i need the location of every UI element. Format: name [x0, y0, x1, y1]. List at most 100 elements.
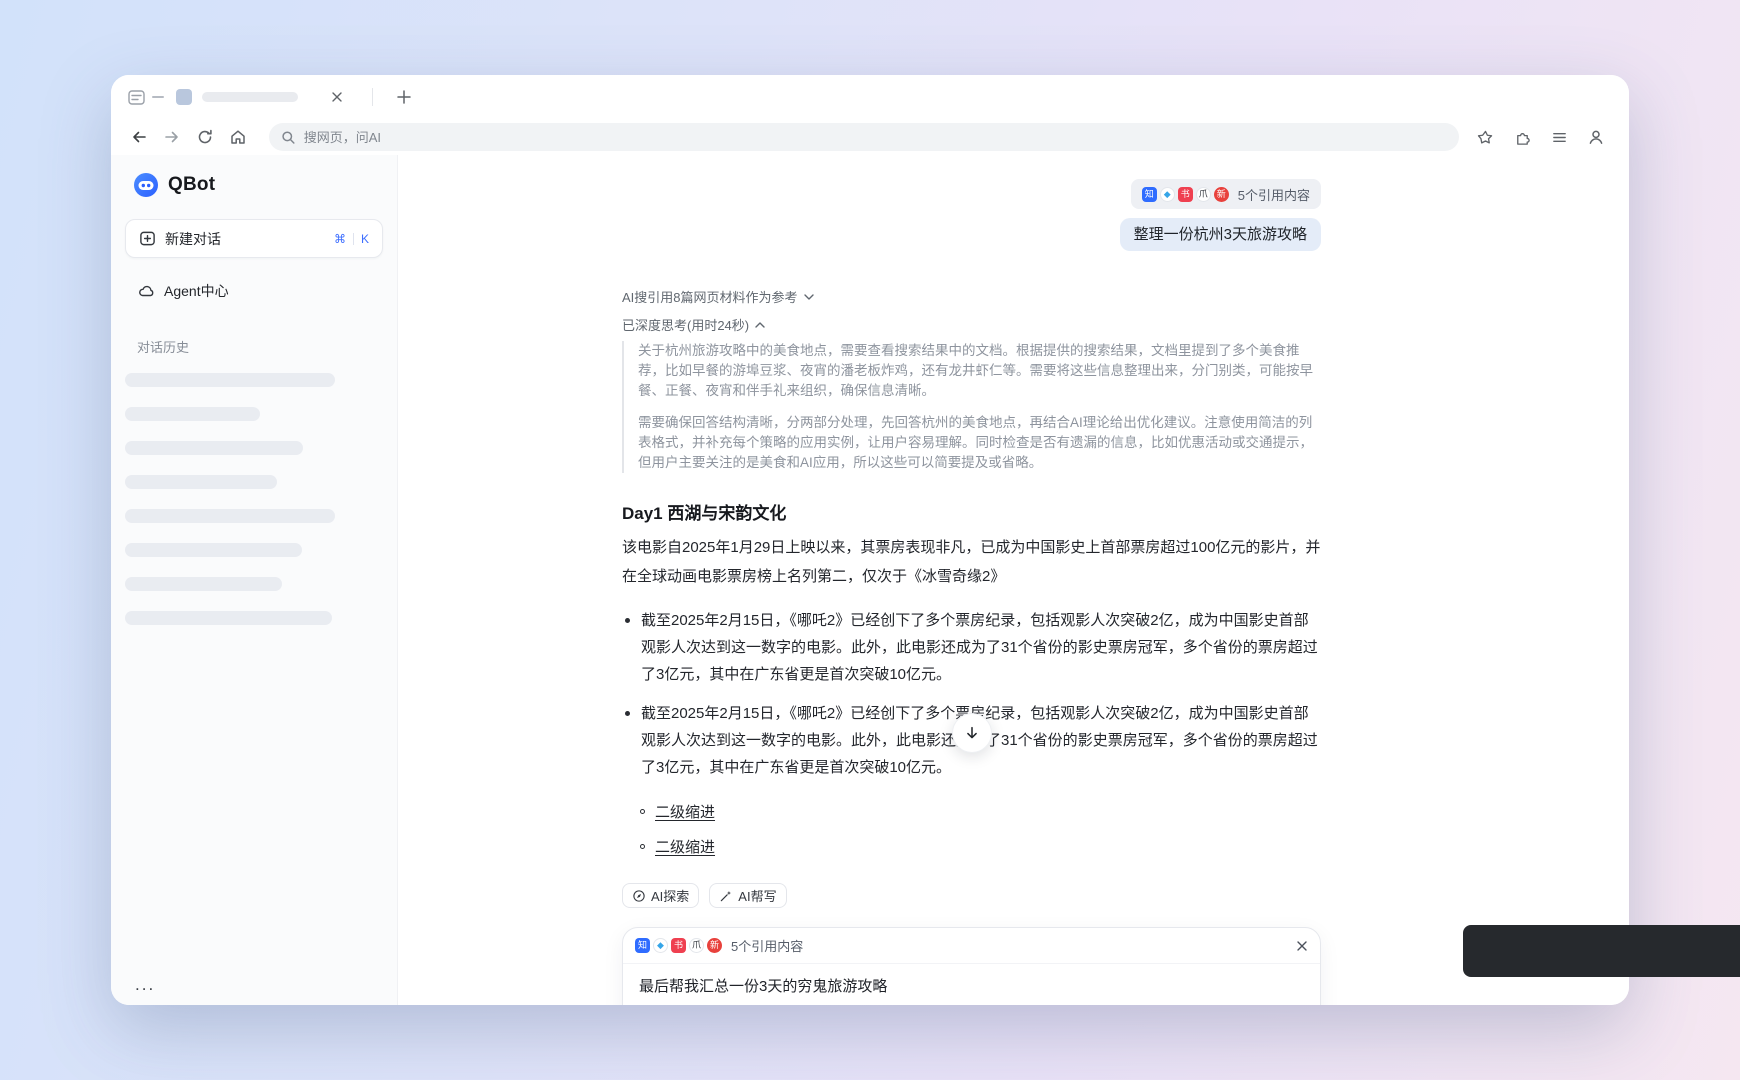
sidebar: QBot 新建对话 ⌘ K	[111, 155, 398, 1005]
new-chat-icon	[139, 230, 156, 247]
source-icon-paw: 爪	[1196, 187, 1211, 202]
deep-think-label: 已深度思考(用时24秒)	[622, 315, 749, 334]
history-item-skeleton	[125, 373, 335, 387]
history-item-skeleton	[125, 475, 277, 489]
tab-divider	[372, 88, 373, 106]
sidebar-more-button[interactable]: ...	[135, 975, 155, 995]
chat-main: 知◆书爪新 5个引用内容 整理一份杭州3天旅游攻略 AI搜引用8篇网页材料作为参…	[398, 155, 1629, 1005]
source-icon-red-square: 书	[671, 938, 686, 953]
address-bar[interactable]	[269, 123, 1459, 151]
ai-explore-label: AI探索	[651, 886, 689, 905]
ai-write-label: AI帮写	[738, 886, 776, 905]
source-icon-blue-bird: ◆	[1160, 187, 1175, 202]
chevron-up-icon	[755, 322, 765, 328]
scroll-to-bottom-button[interactable]	[952, 713, 992, 753]
tab-close-icon[interactable]	[324, 84, 350, 110]
browser-toolbar	[111, 119, 1629, 155]
overlay-dark-panel	[1463, 925, 1740, 977]
answer-paragraph: 该电影自2025年1月29日上映以来，其票房表现非凡，已成为中国影史上首部票房超…	[622, 533, 1321, 591]
thinking-block: 关于杭州旅游攻略中的美食地点，需要查看搜索结果中的文档。根据提供的搜索结果，文档…	[622, 341, 1321, 473]
history-item-skeleton	[125, 577, 282, 591]
history-item-skeleton	[125, 441, 303, 455]
shortcut-cmd: ⌘	[334, 232, 346, 246]
browser-tab[interactable]	[176, 84, 350, 110]
search-reference-toggle[interactable]: AI搜引用8篇网页材料作为参考	[622, 287, 1321, 306]
citation-close-icon[interactable]	[1296, 940, 1308, 952]
history-item-skeleton	[125, 611, 332, 625]
zhihu-icon: 知	[1142, 187, 1157, 202]
answer-actions: AI探索 AI帮写	[622, 883, 1321, 908]
answer-sub-list: 二级缩进 二级缩进	[622, 787, 1321, 857]
thinking-paragraph: 需要确保回答结构清晰，分两部分处理，先回答杭州的美食地点，再结合AI理论给出优化…	[638, 413, 1321, 473]
composer-card: 知◆书爪新 5个引用内容 最后帮我汇总一份3天的穷鬼旅游攻略	[622, 927, 1321, 1005]
extensions-icon[interactable]	[1508, 123, 1536, 151]
answer-bullet-list: 截至2025年2月15日，《哪吒2》已经创下了多个票房纪录，包括观影人次突破2亿…	[622, 595, 1321, 781]
shortcut-divider	[353, 233, 354, 245]
citation-count-label: 5个引用内容	[1238, 185, 1310, 204]
tab-strip	[111, 75, 1629, 119]
composer-input[interactable]: 最后帮我汇总一份3天的穷鬼旅游攻略	[623, 964, 1320, 1005]
sidebar-item-agent-center[interactable]: Agent中心	[125, 277, 383, 304]
profile-avatar[interactable]	[1582, 123, 1610, 151]
search-reference-label: AI搜引用8篇网页材料作为参考	[622, 287, 798, 306]
history-section-label: 对话历史	[137, 337, 397, 356]
ai-explore-button[interactable]: AI探索	[622, 883, 699, 908]
zhihu-icon: 知	[635, 938, 650, 953]
sub-bullet-ring	[640, 844, 645, 849]
composer-citation-label: 5个引用内容	[731, 936, 803, 955]
agent-center-label: Agent中心	[164, 281, 229, 301]
source-icon-red-circle: 新	[1214, 187, 1229, 202]
source-icon-blue-bird: ◆	[653, 938, 668, 953]
bullet-item: 截至2025年2月15日，《哪吒2》已经创下了多个票房纪录，包括观影人次突破2亿…	[622, 607, 1321, 688]
user-message-bubble: 整理一份杭州3天旅游攻略	[1120, 218, 1321, 251]
source-icon-red-square: 书	[1178, 187, 1193, 202]
browser-window: QBot 新建对话 ⌘ K	[111, 75, 1629, 1005]
history-item-skeleton	[125, 543, 302, 557]
new-chat-button[interactable]: 新建对话 ⌘ K	[125, 219, 383, 258]
tab-title-placeholder	[202, 92, 298, 102]
sub-bullet-link[interactable]: 二级缩进	[655, 836, 715, 857]
new-tab-button[interactable]	[391, 84, 417, 110]
forward-button[interactable]	[158, 123, 186, 151]
shortcut-key: K	[361, 232, 369, 246]
arrow-down-icon	[964, 725, 980, 741]
composer-citation-favicons: 知◆书爪新	[635, 938, 722, 953]
history-item-skeleton	[125, 509, 335, 523]
sub-bullet-item: 二级缩进	[622, 836, 1321, 857]
cloud-icon	[137, 282, 155, 300]
menu-icon[interactable]	[1545, 123, 1573, 151]
back-button[interactable]	[125, 123, 153, 151]
magic-wand-icon	[719, 889, 733, 903]
deep-think-toggle[interactable]: 已深度思考(用时24秒)	[622, 315, 1321, 334]
tab-list-icon[interactable]	[128, 90, 145, 105]
compass-icon	[632, 889, 646, 903]
history-skeleton-list	[125, 373, 397, 625]
history-item-skeleton	[125, 407, 260, 421]
home-button[interactable]	[224, 123, 252, 151]
tab-dash-icon	[152, 95, 164, 99]
new-chat-label: 新建对话	[165, 229, 221, 249]
ai-write-button[interactable]: AI帮写	[709, 883, 786, 908]
sub-bullet-ring	[640, 809, 645, 814]
thinking-paragraph: 关于杭州旅游攻略中的美食地点，需要查看搜索结果中的文档。根据提供的搜索结果，文档…	[638, 341, 1321, 401]
chevron-down-icon	[804, 294, 814, 300]
desktop-background: QBot 新建对话 ⌘ K	[0, 0, 1740, 1080]
answer-heading: Day1 西湖与宋韵文化	[622, 499, 1321, 524]
toolbar-right-icons	[1471, 123, 1615, 151]
citation-favicons: 知◆书爪新	[1142, 187, 1229, 202]
refresh-button[interactable]	[191, 123, 219, 151]
sub-bullet-item: 二级缩进	[622, 801, 1321, 822]
new-chat-shortcut: ⌘ K	[334, 232, 369, 246]
qbot-logo-icon	[133, 172, 159, 198]
source-icon-red-circle: 新	[707, 938, 722, 953]
sub-bullet-link[interactable]: 二级缩进	[655, 801, 715, 822]
search-icon	[281, 130, 296, 145]
source-icon-paw: 爪	[689, 938, 704, 953]
composer-citation-row[interactable]: 知◆书爪新 5个引用内容	[623, 928, 1320, 964]
tab-group-controls	[128, 90, 164, 105]
bookmark-star-icon[interactable]	[1471, 123, 1499, 151]
user-citation-pill[interactable]: 知◆书爪新 5个引用内容	[1131, 179, 1321, 209]
search-input[interactable]	[304, 130, 1447, 145]
app-logo: QBot	[133, 172, 397, 198]
app-logo-text: QBot	[168, 174, 215, 196]
